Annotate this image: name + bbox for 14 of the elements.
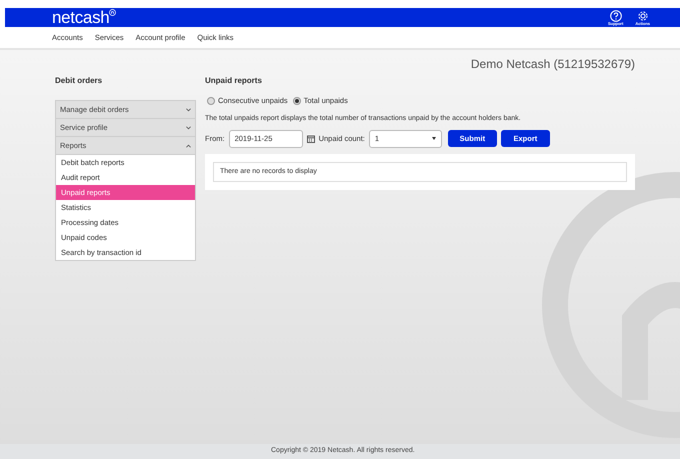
- page-title: Unpaid reports: [205, 75, 263, 87]
- logo-mark-icon: [109, 9, 116, 16]
- account-name: Demo Netcash (51219532679): [470, 57, 635, 71]
- settings-icon[interactable]: [636, 10, 649, 22]
- chevron-icon: [186, 144, 191, 148]
- logo-text: netcash: [52, 9, 110, 26]
- dropdown-caret-icon: [432, 137, 436, 140]
- chevron-icon: [186, 108, 191, 112]
- calendar-icon[interactable]: [306, 134, 315, 143]
- radio-button[interactable]: [207, 96, 215, 105]
- sidebar-title: Debit orders: [55, 75, 104, 87]
- chevron-icon: [186, 126, 191, 130]
- radio-button[interactable]: [292, 96, 301, 105]
- help-icon[interactable]: [610, 10, 622, 22]
